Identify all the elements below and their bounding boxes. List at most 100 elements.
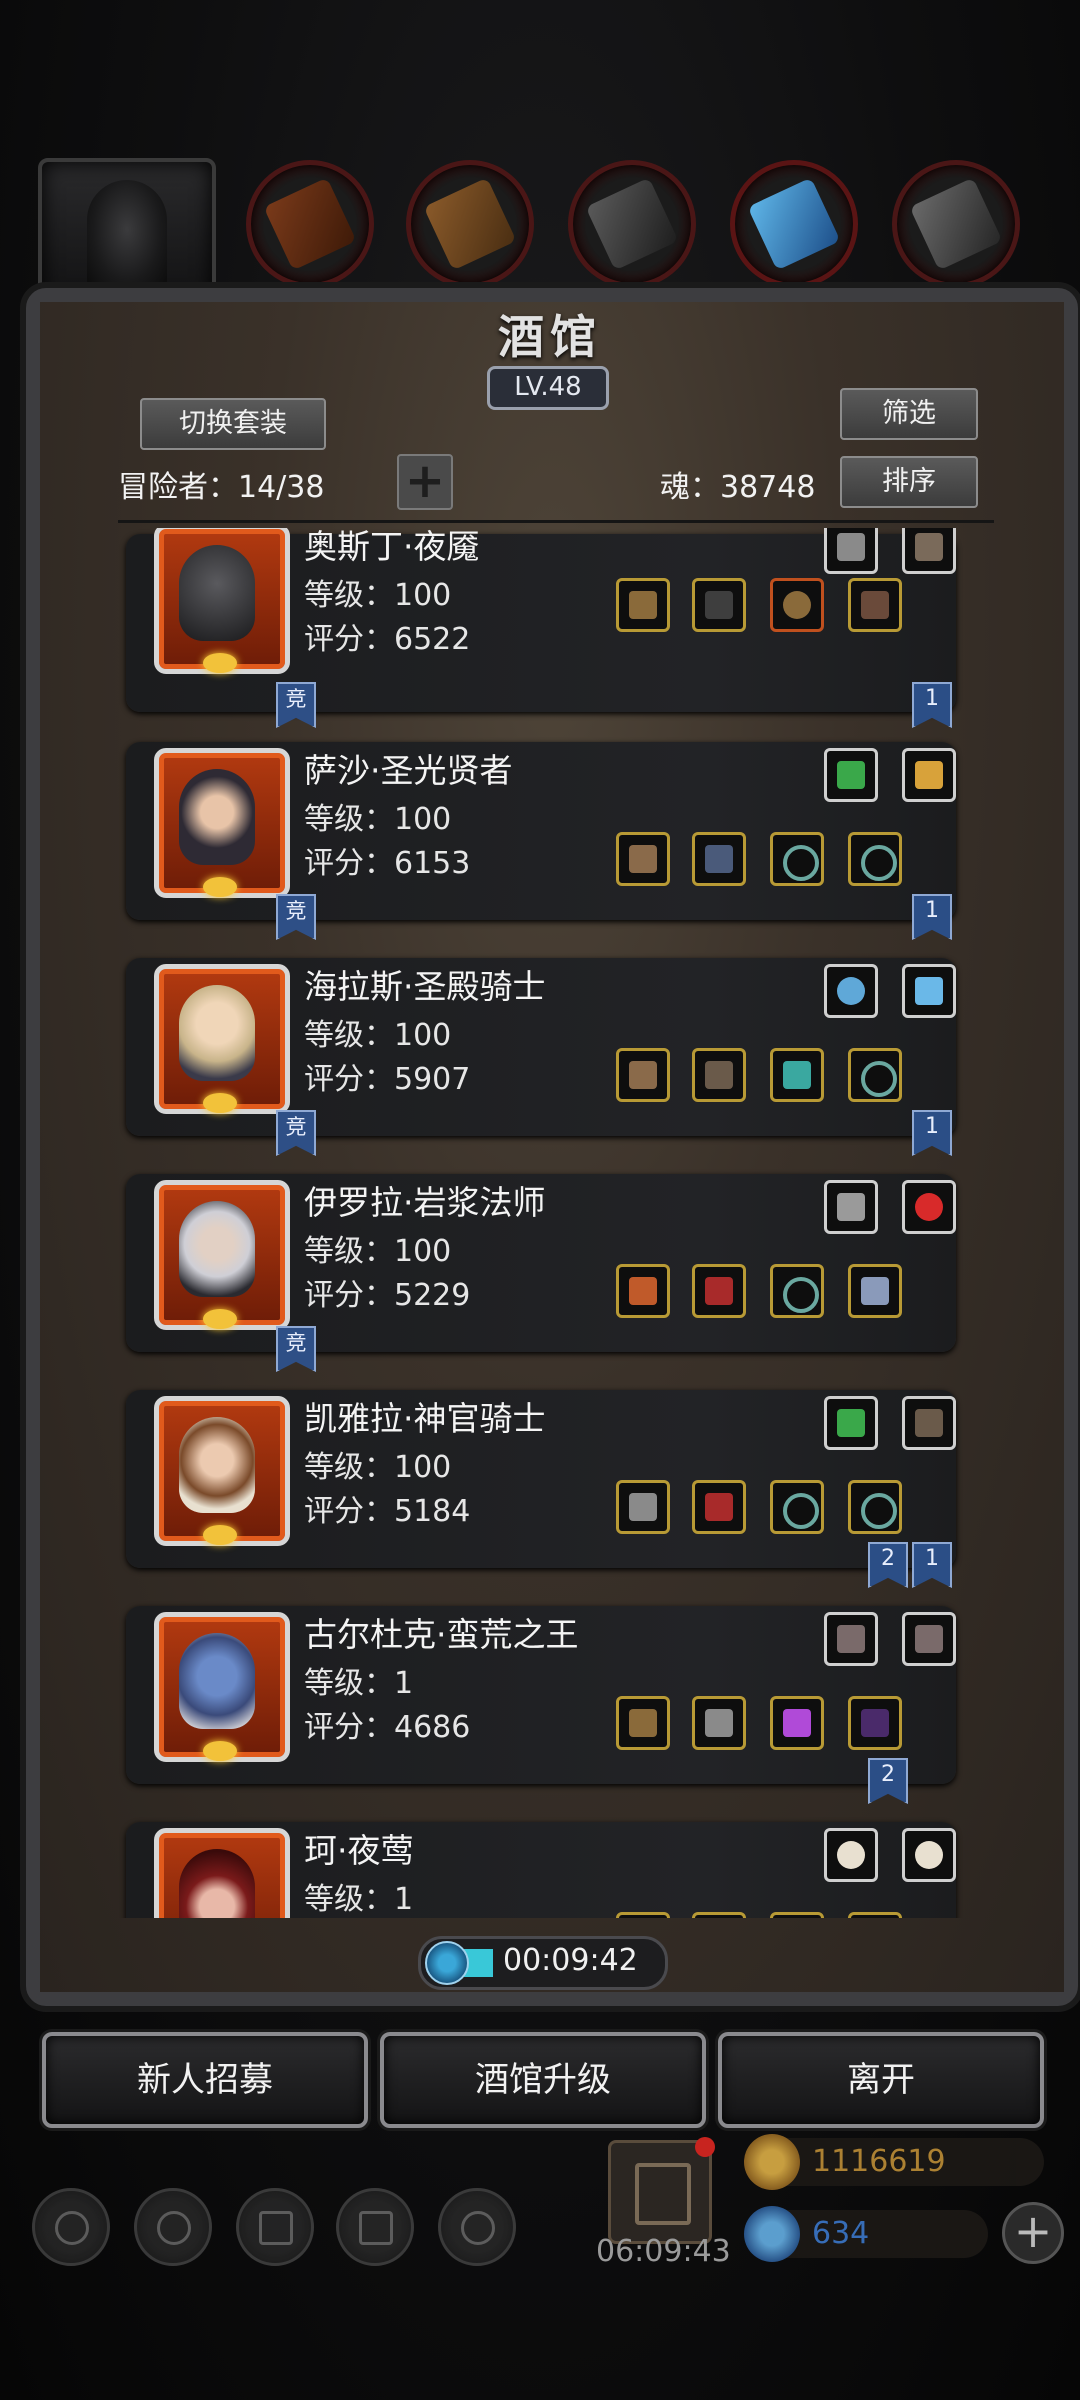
ring-slot[interactable] — [770, 832, 824, 886]
ring-slot[interactable] — [770, 1696, 824, 1750]
add-currency-button[interactable]: + — [1002, 2202, 1064, 2264]
star-icon — [157, 2211, 191, 2245]
accessory-slot[interactable] — [902, 1828, 956, 1882]
dark-armor-icon — [705, 591, 733, 619]
claw-glove-icon — [861, 1277, 889, 1305]
ring-slot[interactable] — [770, 1480, 824, 1534]
hero-avatar — [154, 528, 290, 674]
leather-armor-tab[interactable] — [246, 160, 374, 288]
green-tome-icon — [837, 1409, 865, 1437]
accessory-slot[interactable] — [824, 1180, 878, 1234]
switch-outfit-button[interactable]: 切换套装 — [140, 398, 326, 450]
accessory-slot[interactable] — [824, 528, 878, 574]
hero-card[interactable]: 古尔杜克·蛮荒之王 等级：1 评分：4686 — [126, 1606, 956, 1784]
gauntlet-tab[interactable] — [892, 160, 1020, 288]
leather-armor-icon — [263, 177, 357, 271]
shield-icon — [461, 2211, 495, 2245]
accessory-slot[interactable] — [824, 1612, 878, 1666]
armor-slot[interactable] — [692, 1480, 746, 1534]
accessory-slot[interactable] — [902, 1396, 956, 1450]
hero-card[interactable]: 珂·夜莺 等级：1 — [126, 1822, 956, 1918]
competition-badge: 竞 — [276, 1326, 316, 1372]
accessory-slot[interactable] — [902, 528, 956, 574]
hero-name: 古尔杜克·蛮荒之王 — [304, 1615, 579, 1654]
ring-slot[interactable] — [848, 832, 902, 886]
iron-plate-icon — [585, 177, 679, 271]
filter-button[interactable]: 筛选 — [840, 388, 978, 440]
leave-button[interactable]: 离开 — [718, 2032, 1044, 2128]
ring-slot[interactable] — [848, 1912, 902, 1918]
axe-icon — [629, 1493, 657, 1521]
weapon-slot[interactable] — [616, 1912, 670, 1918]
ice-wing-icon — [915, 977, 943, 1005]
blue-ring-icon — [837, 977, 865, 1005]
accessory-slot[interactable] — [824, 748, 878, 802]
soul-count: 魂：38748 — [660, 470, 816, 505]
weapon-slot[interactable] — [616, 1264, 670, 1318]
gear-icon — [55, 2211, 89, 2245]
armor-slot[interactable] — [692, 832, 746, 886]
hero-portrait-tab[interactable] — [38, 158, 216, 306]
armor-slot[interactable] — [692, 1048, 746, 1102]
accessory-slot[interactable] — [902, 964, 956, 1018]
ring-slot[interactable] — [770, 1264, 824, 1318]
rank-badge: 1 — [912, 894, 952, 940]
rank-badge: 1 — [912, 1542, 952, 1588]
wooden-shield-tab[interactable] — [406, 160, 534, 288]
hero-card[interactable]: 凯雅拉·神官骑士 等级：100 评分：5184 — [126, 1390, 956, 1568]
mail-button[interactable] — [336, 2188, 414, 2266]
iron-plate-tab[interactable] — [568, 160, 696, 288]
shield-slot[interactable] — [770, 578, 824, 632]
expand-roster-button[interactable]: + — [397, 454, 453, 510]
armor-slot[interactable] — [692, 1264, 746, 1318]
weapon-slot[interactable] — [616, 1048, 670, 1102]
hero-name: 伊罗拉·岩浆法师 — [304, 1183, 546, 1222]
accessory-slot[interactable] — [824, 964, 878, 1018]
hero-card[interactable]: 奥斯丁·夜魇 等级：100 评分：6522 — [126, 528, 956, 712]
hero-card[interactable]: 萨沙·圣光贤者 等级：100 评分：6153 — [126, 742, 956, 920]
hero-level: 等级：100 — [304, 1234, 452, 1269]
hero-card[interactable]: 海拉斯·圣殿骑士 等级：100 评分：5907 — [126, 958, 956, 1136]
glove-slot[interactable] — [848, 1696, 902, 1750]
sort-button[interactable]: 排序 — [840, 456, 978, 508]
feather-icon — [915, 1625, 943, 1653]
refresh-timer: 00:09:42 — [418, 1936, 668, 1990]
hero-level: 等级：100 — [304, 1018, 452, 1053]
crescent-crest-icon — [203, 1093, 237, 1113]
claw-icon — [915, 1841, 943, 1869]
guild-button[interactable] — [438, 2188, 516, 2266]
gift-box-button[interactable] — [608, 2137, 715, 2244]
accessory-slot[interactable] — [824, 1828, 878, 1882]
settings-gear-button[interactable] — [32, 2188, 110, 2266]
gift-icon — [635, 2163, 691, 2225]
hero-card[interactable]: 伊罗拉·岩浆法师 等级：100 评分：5229 — [126, 1174, 956, 1352]
glove-slot[interactable] — [848, 578, 902, 632]
accessory-slot[interactable] — [824, 1396, 878, 1450]
ring-slot[interactable] — [770, 1912, 824, 1918]
armor-slot[interactable] — [692, 1696, 746, 1750]
crescent-crest-icon — [203, 877, 237, 897]
hero-list[interactable]: 奥斯丁·夜魇 等级：100 评分：6522 竞 1 萨沙·圣光贤者 等级：100… — [80, 528, 1008, 1918]
ring-slot[interactable] — [848, 1048, 902, 1102]
accessory-slot[interactable] — [902, 748, 956, 802]
achievement-button[interactable] — [134, 2188, 212, 2266]
accessory-slot[interactable] — [902, 1612, 956, 1666]
ring-slot[interactable] — [848, 1480, 902, 1534]
red-robe-icon — [705, 1493, 733, 1521]
blue-crystal-tab[interactable] — [730, 160, 858, 288]
upgrade-tavern-button[interactable]: 酒馆升级 — [380, 2032, 706, 2128]
ring-slot[interactable] — [770, 1048, 824, 1102]
weapon-slot[interactable] — [616, 832, 670, 886]
weapon-slot[interactable] — [616, 578, 670, 632]
glove-slot[interactable] — [848, 1264, 902, 1318]
weapon-slot[interactable] — [616, 1480, 670, 1534]
ring-icon — [783, 1493, 819, 1529]
green-tome-icon — [837, 761, 865, 789]
hero-name: 奥斯丁·夜魇 — [304, 528, 480, 566]
recruit-button[interactable]: 新人招募 — [42, 2032, 368, 2128]
codex-button[interactable] — [236, 2188, 314, 2266]
accessory-slot[interactable] — [902, 1180, 956, 1234]
armor-slot[interactable] — [692, 1912, 746, 1918]
armor-slot[interactable] — [692, 578, 746, 632]
weapon-slot[interactable] — [616, 1696, 670, 1750]
